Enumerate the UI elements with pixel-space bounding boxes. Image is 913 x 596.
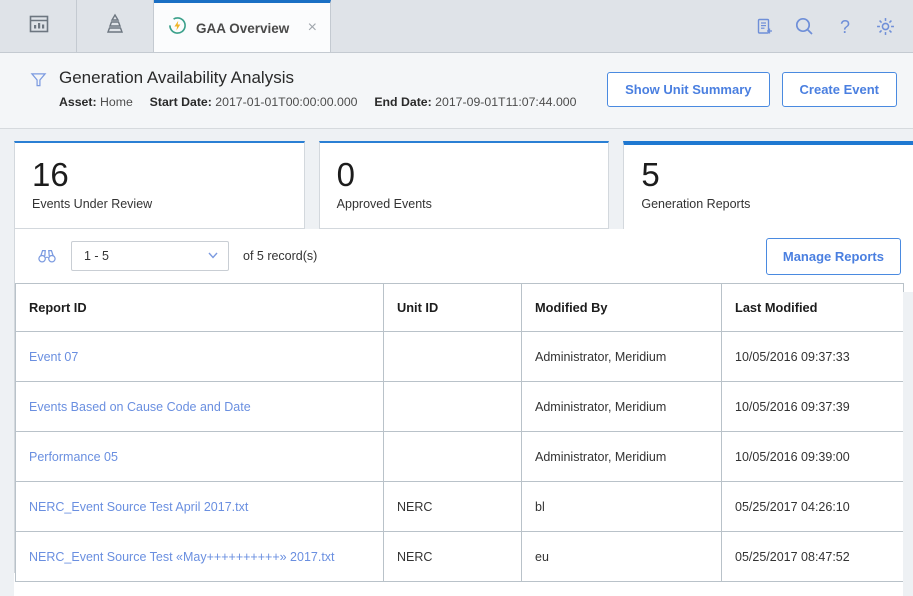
manage-reports-button[interactable]: Manage Reports [765, 237, 901, 275]
filter-funnel-icon[interactable] [30, 71, 47, 93]
kpi-card-generation-reports[interactable]: 5 Generation Reports [623, 141, 913, 229]
chevron-down-icon [206, 248, 220, 265]
help-icon[interactable]: ? [834, 16, 856, 38]
cell-last-modified: 10/05/2016 09:37:39 [721, 381, 904, 432]
asset-label: Asset: [59, 95, 97, 109]
cell-modified-by: eu [521, 531, 722, 582]
close-icon[interactable]: × [305, 17, 320, 39]
cell-unit-id [383, 431, 522, 482]
page-title: Generation Availability Analysis [59, 68, 294, 87]
tab-bar-spacer [331, 0, 753, 53]
cell-modified-by: bl [521, 481, 722, 532]
kpi-value: 0 [336, 156, 356, 193]
cell-report-id: NERC_Event Source Test April 2017.txt [15, 481, 384, 532]
cell-unit-id: NERC [383, 481, 522, 532]
gear-icon[interactable] [874, 15, 897, 38]
cell-modified-by: Administrator, Meridium [521, 331, 722, 382]
page-range-select[interactable]: 1 - 5 [71, 241, 229, 271]
global-toolbar: ? [753, 0, 913, 53]
table-row: Performance 05 Administrator, Meridium 1… [15, 431, 904, 482]
gaa-bolt-icon [168, 16, 187, 40]
cell-last-modified: 10/05/2016 09:37:33 [721, 331, 904, 382]
end-date-label: End Date: [374, 95, 432, 109]
header-text-block: Generation Availability Analysis Asset: … [59, 67, 607, 109]
report-link[interactable]: NERC_Event Source Test «May++++++++++» 2… [29, 550, 335, 564]
reports-panel: 1 - 5 of 5 record(s) Manage Reports Repo… [14, 229, 913, 582]
cell-report-id: Events Based on Cause Code and Date [15, 381, 384, 432]
dashboard-icon [27, 12, 51, 41]
kpi-card-approved-events[interactable]: 0 Approved Events [318, 141, 610, 229]
record-count-text: of 5 record(s) [243, 249, 318, 263]
tab-label: GAA Overview [196, 20, 290, 36]
column-header-report-id[interactable]: Report ID [15, 283, 384, 332]
table-header-row: Report ID Unit ID Modified By Last Modif… [15, 283, 904, 332]
kpi-card-events-under-review[interactable]: 16 Events Under Review [14, 141, 305, 229]
binoculars-icon[interactable] [37, 248, 57, 264]
end-date-value: 2017-09-01T11:07:44.000 [435, 95, 577, 109]
cell-report-id: Performance 05 [15, 431, 384, 482]
grid-toolbar: 1 - 5 of 5 record(s) Manage Reports [15, 229, 913, 283]
cell-report-id: Event 07 [15, 331, 384, 382]
kpi-card-row: 16 Events Under Review 0 Approved Events… [0, 129, 913, 229]
tab-gaa-overview[interactable]: GAA Overview × [154, 0, 331, 53]
column-header-unit-id[interactable]: Unit ID [383, 283, 522, 332]
cell-modified-by: Administrator, Meridium [521, 431, 722, 482]
reports-table: Report ID Unit ID Modified By Last Modif… [15, 283, 904, 582]
kpi-label: Approved Events [336, 197, 432, 211]
table-row: NERC_Event Source Test «May++++++++++» 2… [15, 531, 904, 582]
start-date-label: Start Date: [149, 95, 212, 109]
hierarchy-icon [102, 11, 128, 42]
cell-last-modified: 05/25/2017 04:26:10 [721, 481, 904, 532]
kpi-value: 5 [641, 156, 660, 193]
sidebar-item-hierarchy[interactable] [77, 0, 154, 53]
right-gutter [903, 292, 913, 596]
kpi-label: Events Under Review [32, 197, 153, 211]
report-link[interactable]: Events Based on Cause Code and Date [29, 400, 251, 414]
cell-unit-id [383, 331, 522, 382]
kpi-label: Generation Reports [641, 197, 751, 211]
report-link[interactable]: Event 07 [29, 350, 78, 364]
left-gutter [0, 136, 14, 596]
header-actions: Show Unit Summary Create Event [607, 72, 897, 107]
cell-modified-by: Administrator, Meridium [521, 381, 722, 432]
cell-last-modified: 05/25/2017 08:47:52 [721, 531, 904, 582]
page-range-value: 1 - 5 [84, 249, 110, 263]
header-meta: Asset: Home Start Date: 2017-01-01T00:00… [59, 95, 607, 109]
table-row: Events Based on Cause Code and Date Admi… [15, 381, 904, 432]
cell-last-modified: 10/05/2016 09:39:00 [721, 431, 904, 482]
report-link[interactable]: Performance 05 [29, 450, 118, 464]
table-row: NERC_Event Source Test April 2017.txt NE… [15, 481, 904, 532]
asset-value: Home [100, 95, 133, 109]
sidebar-item-dashboard[interactable] [0, 0, 77, 53]
column-header-modified-by[interactable]: Modified By [521, 283, 722, 332]
new-document-icon[interactable] [753, 16, 775, 38]
kpi-value: 16 [32, 156, 69, 193]
svg-text:?: ? [840, 17, 850, 37]
show-unit-summary-button[interactable]: Show Unit Summary [607, 72, 770, 107]
create-event-button[interactable]: Create Event [781, 72, 897, 107]
report-link[interactable]: NERC_Event Source Test April 2017.txt [29, 500, 248, 514]
tab-bar: GAA Overview × ? [0, 0, 913, 53]
cell-unit-id [383, 381, 522, 432]
column-header-last-modified[interactable]: Last Modified [721, 283, 904, 332]
page-header: Generation Availability Analysis Asset: … [0, 53, 913, 129]
table-row: Event 07 Administrator, Meridium 10/05/2… [15, 331, 904, 382]
search-icon[interactable] [793, 15, 816, 38]
cell-report-id: NERC_Event Source Test «May++++++++++» 2… [15, 531, 384, 582]
start-date-value: 2017-01-01T00:00:00.000 [215, 95, 358, 109]
cell-unit-id: NERC [383, 531, 522, 582]
